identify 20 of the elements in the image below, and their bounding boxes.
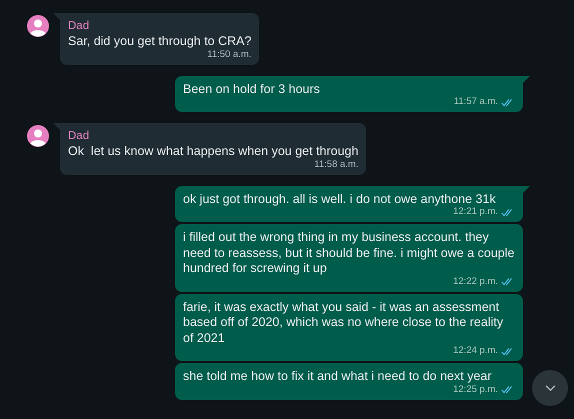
message-text: ok just got through. all is well. i do not owe anythone 31k (183, 192, 497, 207)
avatar-icon (27, 15, 49, 37)
sender-name: Dad (68, 19, 90, 33)
message-time: 11:57 a.m. (454, 96, 498, 108)
chevron-down-icon (544, 384, 556, 392)
scroll-down-button[interactable] (532, 370, 568, 406)
message-time: 12:24 p.m. (453, 345, 498, 357)
message-text: Ok let us know what happens when you get through (68, 144, 358, 160)
message-time: 11:58 a.m. (314, 158, 358, 170)
message-text: she told me how to fix it and what i need to do next year (183, 369, 493, 384)
message-time: 12:22 p.m. (453, 276, 498, 288)
sender-name: Dad (68, 129, 90, 143)
message-text: Sar, did you get through to CRA? (68, 34, 252, 50)
message-text: Been on hold for 3 hours (183, 82, 321, 97)
message-time: 12:25 p.m. (453, 384, 498, 396)
message-time: 12:21 p.m. (453, 206, 498, 218)
message-text: farie, it was exactly what you said - it was an assessment based off of 2020, which was no where close to the reality of 2021 (183, 300, 504, 346)
message-time: 11:50 a.m. (207, 48, 252, 60)
avatar-icon (27, 125, 49, 147)
message-text: i filled out the wrong thing in my business account. they need to reassess, but it should be fine. i might owe a couple hundred for screwing it up (183, 230, 515, 276)
